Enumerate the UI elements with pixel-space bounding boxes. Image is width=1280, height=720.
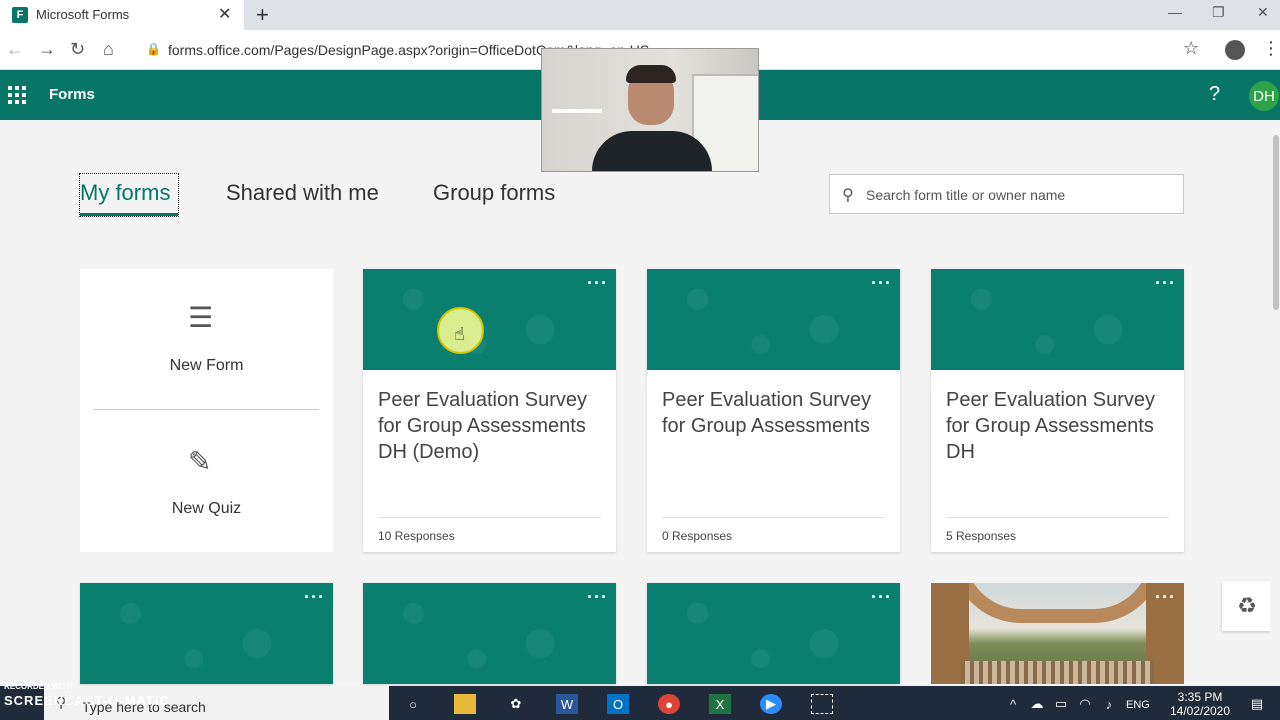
volume-icon[interactable]: ♪ <box>1098 694 1120 714</box>
tab-group-forms[interactable]: Group forms <box>433 180 555 206</box>
paint-icon[interactable]: ✿ <box>505 694 527 714</box>
bookmark-star-icon[interactable]: ☆ <box>1183 38 1199 59</box>
tab-shared-with-me[interactable]: Shared with me <box>226 180 379 206</box>
browser-tab[interactable]: F Microsoft Forms ✕ <box>0 0 244 30</box>
form-card[interactable]: ··· Peer Evaluation Survey for Group Ass… <box>647 269 900 552</box>
card-banner <box>647 269 900 370</box>
battery-icon[interactable]: ▭ <box>1050 694 1072 714</box>
form-card[interactable]: ··· <box>363 583 616 684</box>
new-quiz-button[interactable]: New Quiz <box>80 500 333 518</box>
card-title: Peer Evaluation Survey for Group Assessm… <box>662 389 872 437</box>
card-more-options-icon[interactable]: ··· <box>587 273 608 294</box>
word-icon[interactable]: W <box>556 694 578 714</box>
webcam-overlay <box>541 48 759 172</box>
form-card[interactable]: ··· <box>80 583 333 684</box>
card-banner <box>80 583 333 684</box>
card-responses: 10 Responses <box>378 529 455 543</box>
card-banner <box>931 269 1184 370</box>
clock-time: 3:35 PM <box>1177 690 1223 704</box>
new-form-button[interactable]: New Form <box>80 357 333 375</box>
clock[interactable]: 3:35 PM 14/02/2020 <box>1168 690 1232 718</box>
tray-expand-icon[interactable]: ^ <box>1002 694 1024 714</box>
forms-favicon-icon: F <box>12 7 28 23</box>
home-icon[interactable]: ⌂ <box>103 39 114 60</box>
card-banner <box>363 583 616 684</box>
profile-icon[interactable] <box>1225 40 1245 60</box>
avatar[interactable]: DH <box>1249 81 1279 111</box>
card-more-options-icon[interactable]: ··· <box>871 587 892 608</box>
app-launcher-icon[interactable] <box>8 86 26 104</box>
form-card[interactable]: ··· Peer Evaluation Survey for Group Ass… <box>931 269 1184 552</box>
windows-taskbar: ⚲ Type here to search ○ ✿ W O ● X ▶ ^ ☁ … <box>0 686 1280 720</box>
recycle-bin-icon[interactable]: ♻ <box>1222 581 1272 631</box>
form-card[interactable]: ··· Peer Evaluation Survey for Group Ass… <box>363 269 616 552</box>
form-card[interactable]: ··· <box>647 583 900 684</box>
language-indicator[interactable]: ENG <box>1126 699 1150 711</box>
onedrive-icon[interactable]: ☁ <box>1026 694 1048 714</box>
card-more-options-icon[interactable]: ··· <box>587 587 608 608</box>
restore-icon[interactable]: ❐ <box>1212 4 1225 21</box>
window-close-icon[interactable]: ✕ <box>1257 4 1269 21</box>
form-card-photo-banner[interactable]: ··· <box>931 583 1184 684</box>
scrollbar-thumb[interactable] <box>1273 135 1279 310</box>
card-title: Peer Evaluation Survey for Group Assessm… <box>378 389 588 463</box>
wifi-icon[interactable]: ◠ <box>1074 694 1096 714</box>
card-title: Peer Evaluation Survey for Group Assessm… <box>946 389 1156 463</box>
card-responses: 0 Responses <box>662 529 733 543</box>
new-form-icon[interactable]: ☰ <box>188 301 213 334</box>
card-banner <box>647 583 900 684</box>
excel-icon[interactable]: X <box>709 694 731 714</box>
minimize-icon[interactable]: — <box>1168 4 1182 20</box>
browser-menu-icon[interactable]: ⋮ <box>1262 38 1280 59</box>
lock-icon: 🔒 <box>146 42 161 56</box>
forward-icon[interactable]: → <box>38 39 56 60</box>
back-icon[interactable]: ← <box>6 39 24 60</box>
card-more-options-icon[interactable]: ··· <box>871 273 892 294</box>
active-tab-underline <box>80 213 178 216</box>
clock-date: 14/02/2020 <box>1169 704 1231 718</box>
browser-tab-strip: F Microsoft Forms ✕ + — ❐ ✕ <box>0 0 1280 30</box>
notifications-icon[interactable]: ▤ <box>1246 694 1268 714</box>
new-quiz-icon[interactable]: ✎ <box>188 445 211 478</box>
new-tab-icon[interactable]: + <box>256 2 269 28</box>
recorder-watermark-logo: SCREENCAST-O-MATIC <box>4 693 170 708</box>
snipping-tool-icon[interactable] <box>811 694 833 714</box>
zoom-icon[interactable]: ▶ <box>760 694 782 714</box>
search-placeholder: Search form title or owner name <box>866 187 1066 203</box>
tab-title: Microsoft Forms <box>36 7 130 22</box>
tab-my-forms[interactable]: My forms <box>80 180 170 206</box>
card-more-options-icon[interactable]: ··· <box>1155 587 1176 608</box>
card-banner <box>363 269 616 370</box>
recorder-watermark-top: RECORDED WITH <box>4 682 73 691</box>
help-icon[interactable]: ? <box>1209 83 1220 106</box>
search-icon: ⚲ <box>842 187 854 204</box>
search-input[interactable]: ⚲ Search form title or owner name <box>829 174 1184 214</box>
cortana-icon[interactable]: ○ <box>402 694 424 714</box>
divider <box>94 409 319 410</box>
hand-cursor-icon: ☝ <box>454 324 465 344</box>
card-more-options-icon[interactable]: ··· <box>304 587 325 608</box>
new-form-panel: ☰ New Form ✎ New Quiz <box>80 269 333 552</box>
app-title[interactable]: Forms <box>49 86 95 103</box>
file-explorer-icon[interactable] <box>454 694 476 714</box>
card-more-options-icon[interactable]: ··· <box>1155 273 1176 294</box>
outlook-icon[interactable]: O <box>607 694 629 714</box>
card-responses: 5 Responses <box>946 529 1017 543</box>
chrome-icon[interactable]: ● <box>658 694 680 714</box>
tab-close-icon[interactable]: ✕ <box>218 4 231 24</box>
reload-icon[interactable]: ↻ <box>70 39 85 60</box>
